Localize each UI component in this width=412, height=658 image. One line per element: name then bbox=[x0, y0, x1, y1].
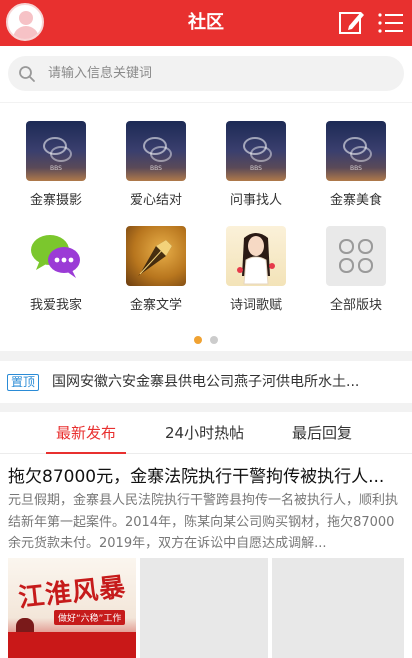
forum-label: 爱心结对 bbox=[129, 193, 182, 208]
forum-tile[interactable]: 全部版块 bbox=[300, 226, 400, 326]
pinned-badge: 置顶 bbox=[7, 374, 40, 391]
forum-tile[interactable]: BBS 金寨美食 bbox=[300, 121, 400, 221]
bbs-thumb: BBS bbox=[226, 121, 286, 181]
post-image-placeholder[interactable] bbox=[140, 558, 268, 658]
post-image-placeholder[interactable] bbox=[272, 558, 404, 658]
tab-latest[interactable]: 最新发布 bbox=[46, 412, 127, 454]
image-strip-text: 做好“六稳”工作 bbox=[54, 610, 126, 625]
post-card[interactable]: 拖欠87000元，金寨法院执行干警拘传被执行人... 元旦假期，金寨县人民法院执… bbox=[0, 454, 412, 658]
forum-grid: BBS 金寨摄影 BBS 爱心结对 BBS 问事找人 BBS 金寨美食 我爱我家 bbox=[0, 103, 412, 351]
post-title[interactable]: 拖欠87000元，金寨法院执行干警拘传被执行人... bbox=[8, 462, 404, 487]
search-bar: 请输入信息关键词 bbox=[0, 46, 412, 102]
forum-label: 问事找人 bbox=[229, 193, 282, 208]
forum-label: 我爱我家 bbox=[29, 298, 82, 313]
menu-icon[interactable] bbox=[376, 8, 406, 38]
search-icon bbox=[19, 66, 35, 82]
tab-last-reply[interactable]: 最后回复 bbox=[292, 412, 352, 454]
post-excerpt: 元旦假期，金寨县人民法院执行干警跨县拘传一名被执行人，顺利执结新年第一起案件。2… bbox=[8, 493, 399, 551]
bbs-thumb: BBS bbox=[126, 121, 186, 181]
forum-tile[interactable]: 诗词歌赋 bbox=[200, 226, 300, 326]
forum-label: 全部版块 bbox=[329, 298, 382, 313]
forum-label: 金寨文学 bbox=[129, 298, 182, 313]
forum-tile[interactable]: BBS 问事找人 bbox=[200, 121, 300, 221]
compose-icon[interactable] bbox=[337, 8, 367, 38]
fountain-pen-icon bbox=[126, 226, 186, 286]
calligraphy-text: 江淮风暴 bbox=[16, 572, 128, 614]
notice-text[interactable]: 国网安徽六安金寨县供电公司燕子河供电所水土... bbox=[52, 361, 404, 403]
grid-icon bbox=[326, 226, 386, 286]
forum-label: 金寨美食 bbox=[329, 193, 382, 208]
forum-tile[interactable]: 金寨文学 bbox=[100, 226, 200, 326]
bbs-thumb: BBS bbox=[326, 121, 386, 181]
post-tabs: 最新发布 24小时热帖 最后回复 bbox=[0, 412, 412, 454]
search-input[interactable]: 请输入信息关键词 bbox=[8, 56, 404, 91]
carousel-indicator bbox=[0, 329, 412, 348]
search-placeholder: 请输入信息关键词 bbox=[48, 66, 153, 81]
tab-label: 最新发布 bbox=[56, 424, 117, 442]
pinned-notice[interactable]: 置顶 国网安徽六安金寨县供电公司燕子河供电所水土... bbox=[0, 361, 412, 403]
carousel-dot[interactable] bbox=[210, 336, 218, 344]
forum-label: 诗词歌赋 bbox=[229, 298, 282, 313]
forum-tile[interactable]: BBS 爱心结对 bbox=[100, 121, 200, 221]
tab-label: 最后回复 bbox=[292, 424, 353, 442]
poetry-girl-image bbox=[226, 226, 286, 286]
forum-tile[interactable]: BBS 金寨摄影 bbox=[0, 121, 100, 221]
chat-bubbles-icon bbox=[26, 226, 86, 286]
carousel-dot-active[interactable] bbox=[194, 336, 202, 344]
flag-banner bbox=[8, 632, 136, 658]
forum-tile[interactable]: 我爱我家 bbox=[0, 226, 100, 326]
forum-label: 金寨摄影 bbox=[29, 193, 82, 208]
tab-24h-hot[interactable]: 24小时热帖 bbox=[165, 412, 244, 454]
tab-label: 24小时热帖 bbox=[165, 424, 245, 442]
post-image[interactable]: 江淮风暴 做好“六稳”工作 bbox=[8, 558, 136, 658]
bbs-thumb: BBS bbox=[26, 121, 86, 181]
top-bar: 社区 bbox=[0, 0, 412, 46]
